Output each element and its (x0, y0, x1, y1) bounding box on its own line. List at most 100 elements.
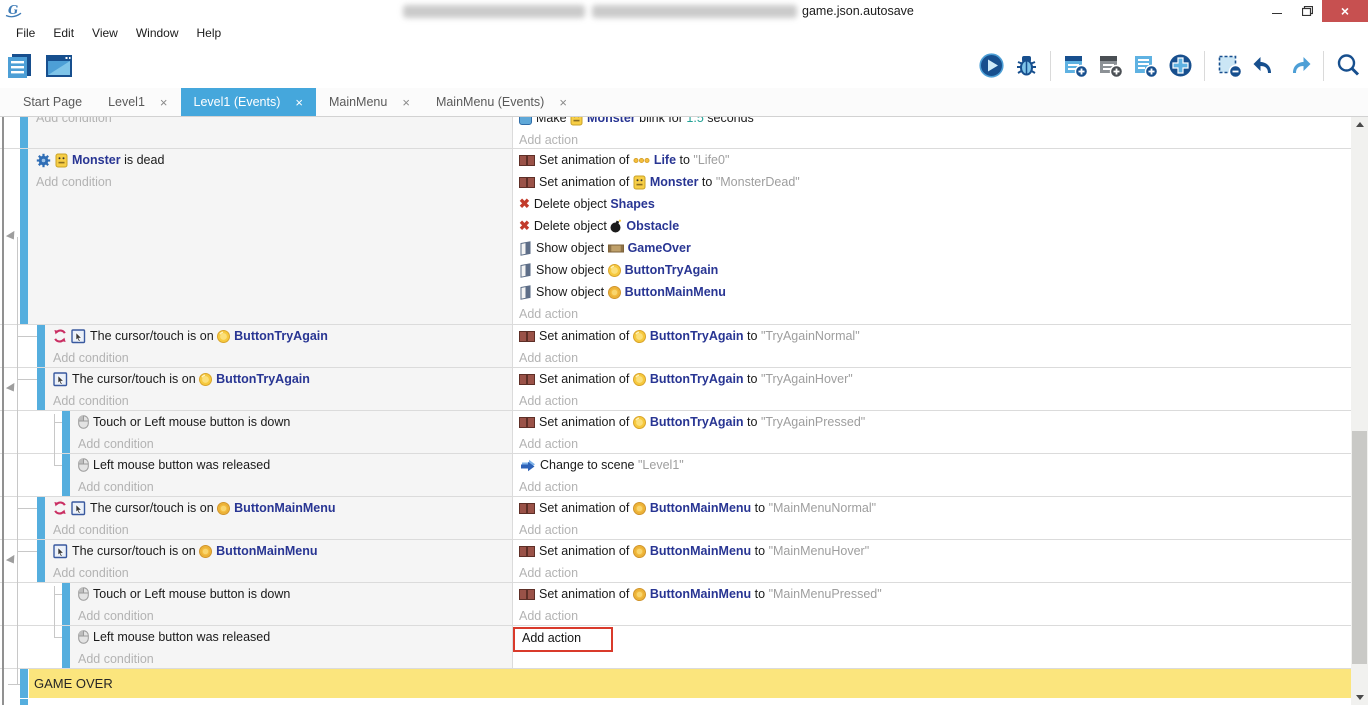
toolbar-delete-event-button[interactable] (1214, 51, 1244, 81)
object-name[interactable]: ButtonTryAgain (650, 372, 744, 386)
actions-cell[interactable]: Set animation of ButtonMainMenu to "Main… (513, 583, 1351, 625)
toolbar-scene-editor-window-button[interactable] (44, 51, 74, 81)
condition-line[interactable]: Left mouse button was released (78, 454, 512, 476)
add-condition-placeholder[interactable]: Add condition (78, 605, 512, 625)
condition-line[interactable]: Touch or Left mouse button is down (78, 583, 512, 605)
tab-close-icon[interactable]: × (160, 95, 168, 110)
object-name[interactable]: GameOver (628, 241, 691, 255)
action-line[interactable]: Set animation of ButtonTryAgain to "TryA… (519, 325, 1351, 347)
action-line[interactable]: ✖Delete object Shapes (519, 193, 1351, 215)
menu-help[interactable]: Help (188, 26, 231, 40)
conditions-cell[interactable]: Left mouse button was releasedAdd condit… (70, 454, 513, 496)
actions-cell[interactable]: Set animation of ButtonMainMenu to "Main… (513, 497, 1351, 539)
tab-level1[interactable]: Level1× (95, 88, 180, 116)
object-name[interactable]: ButtonMainMenu (650, 501, 751, 515)
condition-line[interactable]: The cursor/touch is on ButtonTryAgain (53, 325, 512, 347)
toolbar-add-comment-button[interactable] (1130, 51, 1160, 81)
close-button[interactable]: × (1322, 0, 1368, 22)
add-action-placeholder[interactable]: Add action (519, 347, 1351, 367)
object-name[interactable]: ButtonTryAgain (650, 415, 744, 429)
tab-close-icon[interactable]: × (402, 95, 410, 110)
actions-cell[interactable]: Change to scene "Level1"Add action (513, 454, 1351, 496)
object-name[interactable]: ButtonTryAgain (625, 263, 719, 277)
tab-close-icon[interactable]: × (559, 95, 567, 110)
tab-level1-events[interactable]: Level1 (Events)× (181, 88, 316, 116)
action-line[interactable]: Set animation of Life to "Life0" (519, 149, 1351, 171)
tab-mainmenu-events[interactable]: MainMenu (Events)× (423, 88, 580, 116)
event-row[interactable]: Monster is deadAdd condition Set animatio… (0, 149, 1351, 325)
toolbar-add-event-button[interactable] (1060, 51, 1090, 81)
add-condition-placeholder[interactable]: Add condition (53, 562, 512, 582)
event-row[interactable]: Touch or Left mouse button is downAdd co… (0, 583, 1351, 626)
add-action-placeholder[interactable]: Add action (519, 390, 1351, 410)
add-condition-placeholder[interactable]: Add condition (78, 648, 512, 668)
event-row[interactable]: Add conditionMake Monster blink for 1.5 … (0, 117, 1351, 149)
conditions-cell[interactable]: The cursor/touch is on ButtonTryAgainAdd… (45, 368, 513, 410)
object-name[interactable]: Shapes (610, 197, 654, 211)
condition-line[interactable]: The cursor/touch is on ButtonMainMenu (53, 540, 512, 562)
conditions-cell[interactable]: Monster is deadAdd condition (28, 149, 513, 324)
add-condition-placeholder[interactable]: Add condition (36, 117, 512, 129)
tab-start-page[interactable]: Start Page (10, 88, 95, 116)
add-action-placeholder[interactable]: Add action (519, 562, 1351, 582)
toolbar-undo-button[interactable] (1249, 51, 1279, 81)
add-action-placeholder[interactable]: Add action (519, 605, 1351, 625)
add-condition-placeholder[interactable]: Add condition (53, 390, 512, 410)
event-row[interactable]: The cursor/touch is on ButtonMainMenuAdd… (0, 497, 1351, 540)
actions-cell[interactable]: Add action (513, 626, 1351, 668)
object-name[interactable]: ButtonTryAgain (650, 329, 744, 343)
conditions-cell[interactable]: Touch or Left mouse button is downAdd co… (70, 411, 513, 453)
action-line[interactable]: Change to scene "Level1" (519, 454, 1351, 476)
add-condition-placeholder[interactable]: Add condition (78, 433, 512, 453)
object-name[interactable]: ButtonMainMenu (625, 285, 726, 299)
object-name[interactable]: ButtonTryAgain (216, 372, 310, 386)
condition-line[interactable]: Left mouse button was released (78, 626, 512, 648)
object-name[interactable]: ButtonMainMenu (650, 587, 751, 601)
condition-line[interactable]: The cursor/touch is on ButtonTryAgain (53, 368, 512, 390)
event-row[interactable]: Left mouse button was releasedAdd condit… (0, 626, 1351, 669)
scrollbar-thumb[interactable] (1352, 431, 1367, 664)
action-line[interactable]: Set animation of ButtonTryAgain to "TryA… (519, 368, 1351, 390)
toolbar-project-manager-button[interactable] (5, 51, 35, 81)
object-name[interactable]: Monster (72, 153, 121, 167)
toolbar-redo-button[interactable] (1284, 51, 1314, 81)
comment-row[interactable]: GAME OVER (0, 669, 1351, 699)
menu-edit[interactable]: Edit (44, 26, 83, 40)
action-line[interactable]: Set animation of ButtonMainMenu to "Main… (519, 583, 1351, 605)
conditions-cell[interactable]: Touch or Left mouse button is downAdd co… (70, 583, 513, 625)
menu-view[interactable]: View (83, 26, 127, 40)
event-row[interactable]: The cursor/touch is on ButtonTryAgainAdd… (0, 325, 1351, 368)
tab-close-icon[interactable]: × (295, 95, 303, 110)
actions-cell[interactable]: Set animation of ButtonTryAgain to "TryA… (513, 325, 1351, 367)
object-name[interactable]: Monster (650, 175, 699, 189)
actions-cell[interactable]: Set animation of ButtonMainMenu to "Main… (513, 540, 1351, 582)
action-line[interactable]: Set animation of ButtonMainMenu to "Main… (519, 497, 1351, 519)
menu-window[interactable]: Window (127, 26, 188, 40)
tab-mainmenu[interactable]: MainMenu× (316, 88, 423, 116)
toolbar-debug-button[interactable] (1011, 51, 1041, 81)
toolbar-add-plus-button[interactable] (1165, 51, 1195, 81)
object-name[interactable]: Life (654, 153, 676, 167)
actions-cell[interactable]: Set animation of ButtonTryAgain to "TryA… (513, 411, 1351, 453)
add-condition-placeholder[interactable]: Add condition (53, 347, 512, 367)
add-action-placeholder[interactable]: Add action (519, 433, 1351, 453)
add-condition-placeholder[interactable]: Add condition (53, 519, 512, 539)
object-name[interactable]: Obstacle (626, 219, 679, 233)
object-name[interactable]: ButtonMainMenu (216, 544, 317, 558)
comment-text[interactable]: GAME OVER (29, 669, 1351, 698)
event-row[interactable]: Left mouse button was releasedAdd condit… (0, 454, 1351, 497)
object-name[interactable]: ButtonTryAgain (234, 329, 328, 343)
add-action-placeholder[interactable]: Add action (519, 519, 1351, 539)
event-row[interactable]: Touch or Left mouse button is downAdd co… (0, 411, 1351, 454)
object-name[interactable]: Monster (587, 117, 636, 125)
add-action-highlighted[interactable]: Add action (513, 627, 613, 652)
conditions-cell[interactable]: Add condition (28, 117, 513, 148)
add-condition-placeholder[interactable]: Add condition (36, 171, 512, 193)
condition-line[interactable]: Monster is dead (36, 149, 512, 171)
conditions-cell[interactable]: The cursor/touch is on ButtonMainMenuAdd… (45, 497, 513, 539)
add-action-placeholder[interactable]: Add action (519, 476, 1351, 496)
scroll-down-arrow[interactable] (1351, 690, 1368, 705)
add-action-placeholder[interactable]: Add action (519, 303, 1351, 324)
toolbar-play-button[interactable] (976, 51, 1006, 81)
restore-button[interactable] (1292, 0, 1322, 22)
